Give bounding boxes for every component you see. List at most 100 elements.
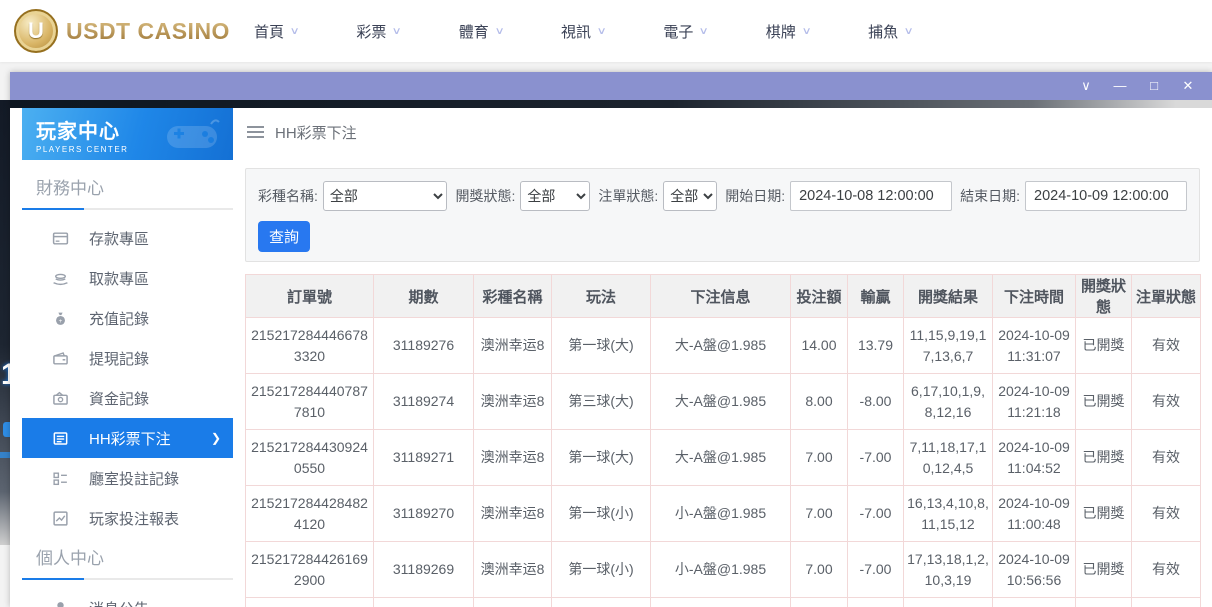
sidebar-item-label: 提現記錄 (89, 348, 149, 369)
sidebar-item-label: 取款專區 (89, 268, 149, 289)
table-cell: 大-A盤@1.985 (651, 318, 791, 374)
table-cell: 31189269 (374, 542, 474, 598)
draw-status-select[interactable]: 全部 (520, 181, 590, 211)
chevron-down-icon[interactable]: ∨ (1076, 72, 1096, 100)
table-cell: 31189274 (374, 374, 474, 430)
nav-item-board-games[interactable]: 棋牌∨ (766, 21, 810, 42)
table-cell: 16,13,4,10,8,11,15,12 (904, 486, 993, 542)
chevron-down-icon: ∨ (290, 26, 300, 37)
table-cell: 已開獎 (1076, 430, 1132, 486)
sidebar-item-label: 存款專區 (89, 228, 149, 249)
sidebar-item-player-bet-report[interactable]: 玩家投注報表 (22, 498, 233, 538)
main-panel: HH彩票下注 彩種名稱: 全部 開獎狀態: 全部 注單狀態: 全部 開始日期: … (233, 108, 1212, 607)
table-cell: 澳洲幸运8 (474, 486, 552, 542)
room-record-icon (52, 470, 69, 487)
sidebar-item-withdrawal-record[interactable]: 提現記錄 (22, 338, 233, 378)
table-cell (848, 598, 904, 607)
close-icon[interactable]: ✕ (1178, 72, 1198, 100)
table-row: 215217284428482412031189270澳洲幸运8第一球(小)小-… (246, 486, 1201, 542)
nav-item-slots[interactable]: 電子∨ (663, 21, 707, 42)
player-center-window: ∨ — □ ✕ 玩家中心 PLAYERS CENTER 財務中心 (10, 72, 1212, 607)
sidebar-item-deposit[interactable]: 存款專區 (22, 218, 233, 258)
start-date-input[interactable] (790, 181, 952, 211)
end-date-label: 結束日期: (960, 186, 1020, 206)
table-row: 215217284426169290031189269澳洲幸运8第一球(小)小-… (246, 542, 1201, 598)
sidebar-item-label: 廳室投註記錄 (89, 468, 179, 489)
bets-table: 訂單號期數彩種名稱玩法下注信息投注額輸贏開獎結果下注時間開獎狀態注單狀態2152… (245, 274, 1201, 607)
table-cell: 7.00 (791, 430, 848, 486)
usdt-casino-logo[interactable]: U USDT CASINO (14, 9, 254, 53)
table-cell: 13.79 (848, 318, 904, 374)
nav-item-sports[interactable]: 體育∨ (459, 21, 503, 42)
column-header: 訂單號 (246, 275, 374, 318)
table-cell: 已開獎 (1076, 374, 1132, 430)
table-cell (651, 598, 791, 607)
table-cell: 澳洲幸运8 (474, 374, 552, 430)
table-cell: 大-A盤@1.985 (651, 430, 791, 486)
table-cell: -7.00 (848, 542, 904, 598)
column-header: 開獎結果 (904, 275, 993, 318)
sidebar: 玩家中心 PLAYERS CENTER 財務中心 存款專區 (22, 108, 233, 607)
table-cell: -7.00 (848, 430, 904, 486)
hamburger-menu-icon[interactable] (247, 123, 264, 141)
draw-status-label: 開獎狀態: (455, 186, 515, 206)
top-navbar: U USDT CASINO 首頁∨ 彩票∨ 體育∨ 視訊∨ 電子∨ 棋牌∨ 捕魚… (0, 0, 1212, 62)
order-status-select[interactable]: 全部 (663, 181, 717, 211)
table-cell: 7,11,18,17,10,12,4,5 (904, 430, 993, 486)
nav-label: 電子 (663, 21, 693, 42)
nav-label: 體育 (459, 21, 489, 42)
sidebar-item-announcements[interactable]: 消息公告 (22, 588, 233, 607)
table-cell: 2152172844261692900 (246, 542, 374, 598)
nav-label: 棋牌 (766, 21, 796, 42)
table-cell: 2024-10-09 11:21:18 (993, 374, 1076, 430)
table-cell (374, 598, 474, 607)
table-cell: 澳洲幸运8 (474, 318, 552, 374)
sidebar-item-label: 玩家投注報表 (89, 508, 179, 529)
window-content: 玩家中心 PLAYERS CENTER 財務中心 存款專區 (10, 100, 1212, 607)
sidebar-item-funds-record[interactable]: 資金記錄 (22, 378, 233, 418)
table-cell: 有效 (1132, 486, 1201, 542)
table-cell: 第一球(小) (552, 486, 651, 542)
withdraw-hand-icon (52, 270, 69, 287)
sidebar-item-hh-lottery-bets[interactable]: HH彩票下注 ❯ (22, 418, 233, 458)
section-divider (22, 578, 233, 580)
funds-icon (52, 390, 69, 407)
chevron-down-icon: ∨ (904, 26, 914, 37)
table-cell: 第三球(大) (552, 374, 651, 430)
table-cell: 第一球(小) (552, 542, 651, 598)
maximize-icon[interactable]: □ (1144, 72, 1164, 100)
sidebar-item-recharge-record[interactable]: + 充值記錄 (22, 298, 233, 338)
end-date-input[interactable] (1025, 181, 1187, 211)
logo-letter: U (28, 18, 44, 44)
table-cell: 2152172844466783320 (246, 318, 374, 374)
lottery-name-select[interactable]: 全部 (323, 181, 448, 211)
nav-label: 視訊 (561, 21, 591, 42)
table-cell: 2024-10-09 11:04:52 (993, 430, 1076, 486)
table-cell: 有效 (1132, 542, 1201, 598)
sidebar-item-room-bet-record[interactable]: 消息公告 廳室投註記錄 (22, 458, 233, 498)
nav-item-lottery[interactable]: 彩票∨ (356, 21, 400, 42)
nav-item-fishing[interactable]: 捕魚∨ (868, 21, 912, 42)
nav-label: 首頁 (254, 21, 284, 42)
sidebar-header: 玩家中心 PLAYERS CENTER (22, 108, 233, 160)
minimize-icon[interactable]: — (1110, 72, 1130, 100)
table-cell: 澳洲幸运8 (474, 430, 552, 486)
table-cell: 已開獎 (1076, 542, 1132, 598)
table-cell: 2152172844284824120 (246, 486, 374, 542)
sidebar-item-withdraw[interactable]: 取款專區 (22, 258, 233, 298)
gamepad-icon (161, 116, 223, 154)
table-cell: 已開獎 (1076, 318, 1132, 374)
search-button[interactable]: 查詢 (258, 221, 310, 252)
table-cell (246, 598, 374, 607)
table-row: 215217284430924055031189271澳洲幸运8第一球(大)大-… (246, 430, 1201, 486)
table-cell: 大-A盤@1.985 (651, 374, 791, 430)
table-row: 215217284446678332031189276澳洲幸运8第一球(大)大-… (246, 318, 1201, 374)
nav-item-home[interactable]: 首頁 ∨ (254, 21, 298, 42)
lottery-list-icon (52, 430, 69, 447)
table-cell: 有效 (1132, 374, 1201, 430)
nav-item-live-video[interactable]: 視訊∨ (561, 21, 605, 42)
filter-panel: 彩種名稱: 全部 開獎狀態: 全部 注單狀態: 全部 開始日期: 結束日期: 查… (245, 168, 1200, 262)
sidebar-item-label: 充值記錄 (89, 308, 149, 329)
breadcrumb: HH彩票下注 (233, 108, 1212, 156)
brand-name: USDT CASINO (66, 18, 230, 45)
